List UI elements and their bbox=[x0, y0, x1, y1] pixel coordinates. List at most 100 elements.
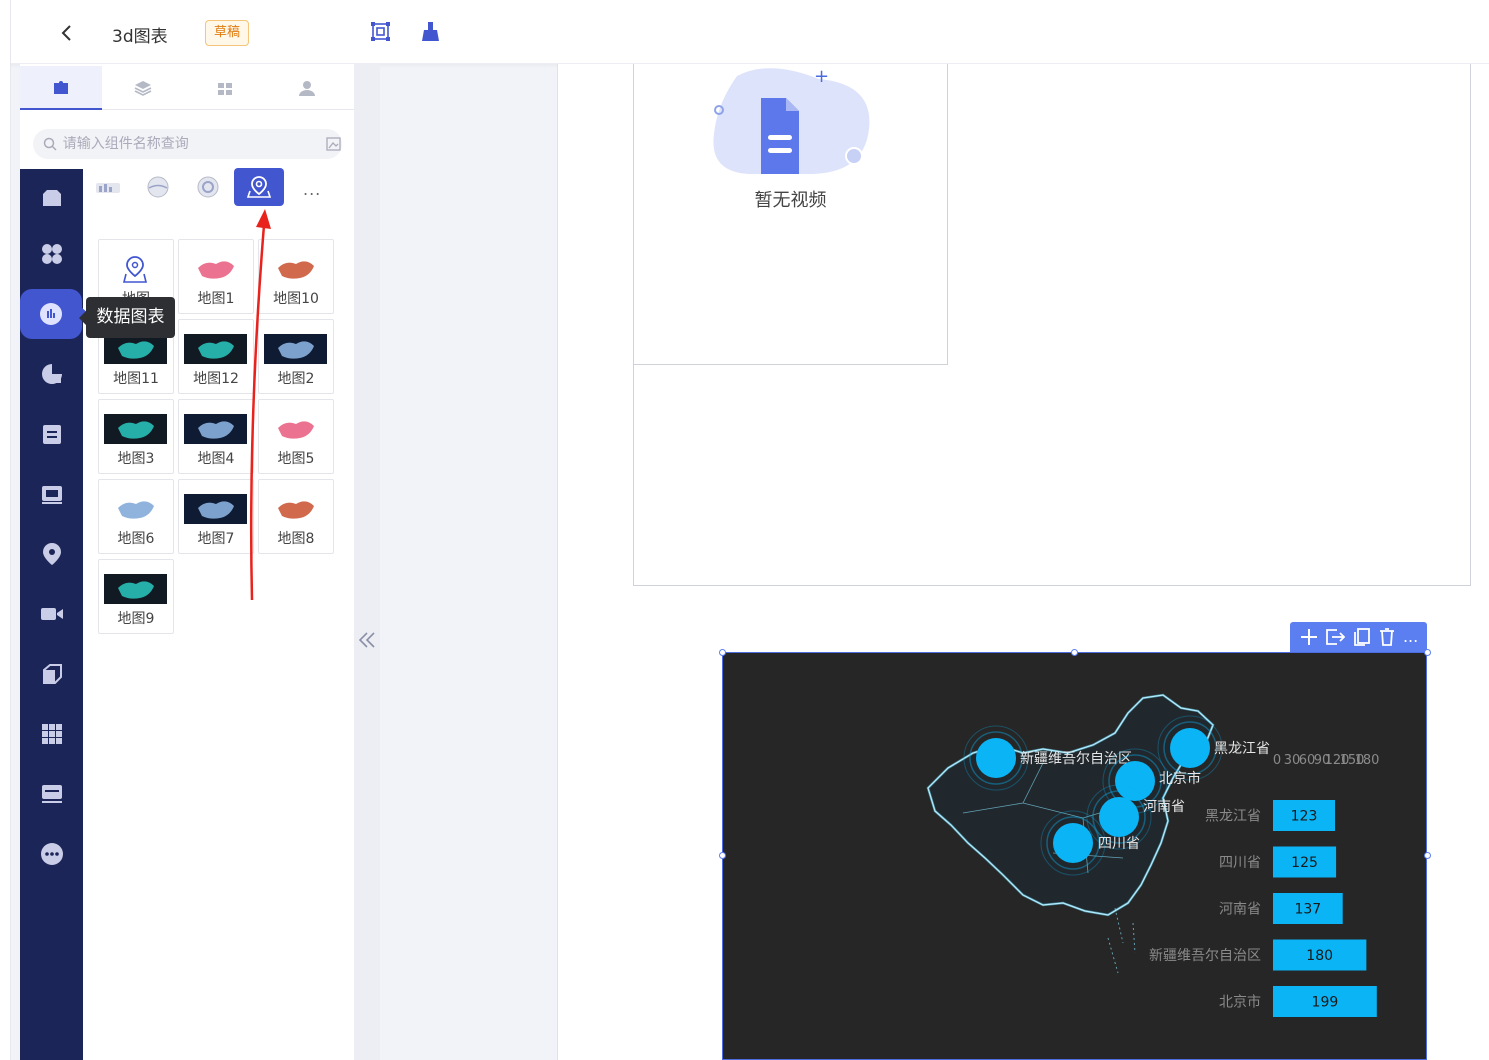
category-area[interactable] bbox=[135, 168, 181, 206]
nav-item-more[interactable] bbox=[20, 829, 83, 879]
globe-icon bbox=[147, 176, 169, 198]
category-pie[interactable] bbox=[185, 168, 231, 206]
nav-item-media[interactable] bbox=[20, 469, 83, 519]
x-tick-label: 180 bbox=[1355, 753, 1380, 768]
video-component[interactable]: + bbox=[633, 64, 948, 365]
category-bar[interactable] bbox=[85, 168, 131, 206]
double-chevron-left-icon bbox=[358, 632, 375, 648]
collapse-panel-button[interactable] bbox=[357, 628, 377, 658]
fit-screen-button[interactable] bbox=[370, 20, 392, 44]
back-button[interactable] bbox=[56, 20, 78, 46]
tab-layers[interactable] bbox=[102, 66, 184, 110]
tab-components[interactable] bbox=[20, 66, 102, 110]
component-card[interactable]: 地图9 bbox=[98, 559, 174, 634]
bar-value-label: 123 bbox=[1291, 809, 1318, 825]
left-edge-strip bbox=[0, 0, 11, 1060]
search-input[interactable] bbox=[62, 136, 309, 152]
category-label: 河南省 bbox=[1219, 902, 1261, 918]
box-icon bbox=[42, 190, 61, 206]
list-icon bbox=[41, 785, 62, 803]
resize-handle[interactable] bbox=[1424, 852, 1431, 859]
category-map[interactable] bbox=[234, 168, 284, 206]
draft-badge: 草稿 bbox=[205, 20, 250, 46]
add-icon[interactable] bbox=[1299, 627, 1319, 647]
category-label: 黑龙江省 bbox=[1205, 809, 1261, 825]
export-icon[interactable] bbox=[1324, 627, 1346, 647]
resize-handle[interactable] bbox=[1424, 649, 1431, 656]
nav-item-data-charts[interactable] bbox=[20, 289, 89, 339]
nav-item-widgets[interactable] bbox=[20, 229, 83, 279]
map-point-label: 四川省 bbox=[1098, 836, 1140, 852]
tab-user[interactable] bbox=[266, 66, 348, 110]
bar-value-label: 180 bbox=[1306, 948, 1333, 964]
component-label: 地图3 bbox=[117, 451, 155, 467]
panel-collapse-strip bbox=[354, 64, 380, 1060]
svg-text:+: + bbox=[814, 66, 829, 87]
component-label: 地图11 bbox=[113, 371, 159, 387]
nav-item-pie[interactable] bbox=[20, 349, 83, 399]
clear-button[interactable] bbox=[420, 20, 442, 44]
component-thumbnail bbox=[104, 254, 167, 286]
component-thumbnail bbox=[184, 494, 247, 526]
component-thumbnail bbox=[184, 414, 247, 446]
nav-item-location[interactable] bbox=[20, 529, 83, 579]
map-chart-widget[interactable]: 新疆维吾尔自治区 黑龙江省 北京市 河南省 四川省 0 30 60 90 120 150 180 黑龙江… bbox=[722, 652, 1427, 1060]
map-bar-chart: 新疆维吾尔自治区黑龙江省北京市河南省四川省0 306090120150180黑龙江… bbox=[926, 693, 1380, 1017]
annotation-arrow bbox=[249, 209, 271, 601]
search-icon bbox=[43, 137, 57, 151]
grid-icon bbox=[41, 724, 62, 744]
nav-item-table[interactable] bbox=[20, 409, 83, 459]
nav-item-video[interactable] bbox=[20, 589, 83, 639]
component-card[interactable]: 地图6 bbox=[98, 479, 174, 554]
fit-screen-icon bbox=[371, 22, 390, 41]
component-label: 地图9 bbox=[117, 611, 155, 627]
component-thumbnail bbox=[184, 254, 247, 286]
user-icon bbox=[299, 81, 315, 96]
bar-value-label: 137 bbox=[1294, 902, 1321, 918]
nav-tooltip: 数据图表 bbox=[79, 297, 175, 338]
bar-value-label: 125 bbox=[1291, 855, 1318, 871]
nav-item-container[interactable] bbox=[20, 173, 83, 223]
component-label: 地图6 bbox=[117, 531, 155, 547]
cube-icon bbox=[42, 664, 62, 684]
clipboard-icon bbox=[42, 425, 61, 444]
more-categories-button[interactable]: ... bbox=[303, 180, 321, 199]
page-title: 3d图表 bbox=[112, 27, 168, 47]
nav-item-3d[interactable] bbox=[20, 649, 83, 699]
nav-item-grid[interactable] bbox=[20, 709, 83, 759]
component-search[interactable] bbox=[33, 129, 342, 159]
map-point bbox=[976, 738, 1016, 778]
pie-icon bbox=[41, 364, 62, 384]
more-actions-button[interactable]: ... bbox=[1403, 629, 1418, 645]
bar-chart-icon bbox=[96, 183, 120, 193]
image-search-icon[interactable] bbox=[326, 136, 342, 152]
resize-handle[interactable] bbox=[719, 852, 726, 859]
component-thumbnail bbox=[104, 574, 167, 606]
category-label: 新疆维吾尔自治区 bbox=[1149, 948, 1261, 964]
ring-icon bbox=[197, 176, 219, 198]
widgets-icon bbox=[41, 244, 62, 264]
copy-icon[interactable] bbox=[1352, 627, 1372, 647]
resize-handle[interactable] bbox=[719, 649, 726, 656]
map-pin-icon bbox=[246, 176, 272, 198]
more-icon bbox=[40, 843, 63, 865]
map-point-label: 北京市 bbox=[1159, 770, 1201, 787]
video-icon bbox=[40, 608, 63, 620]
component-card[interactable]: 地图3 bbox=[98, 399, 174, 474]
chevron-left-icon bbox=[61, 25, 71, 41]
puzzle-icon bbox=[54, 81, 68, 94]
map-point bbox=[1099, 797, 1139, 837]
location-icon bbox=[42, 543, 61, 565]
category-label: 北京市 bbox=[1219, 994, 1261, 1011]
resize-handle[interactable] bbox=[1071, 649, 1078, 656]
category-label: 四川省 bbox=[1219, 855, 1261, 871]
map-point bbox=[1115, 761, 1155, 801]
brush-icon bbox=[422, 22, 439, 41]
nav-item-list[interactable] bbox=[20, 769, 83, 819]
component-thumbnail bbox=[184, 334, 247, 366]
map-point bbox=[1170, 728, 1210, 768]
trash-icon[interactable] bbox=[1377, 627, 1397, 647]
widget-toolbar: ... bbox=[1290, 622, 1427, 652]
tab-templates[interactable] bbox=[184, 66, 266, 110]
map-point-label: 河南省 bbox=[1143, 799, 1185, 815]
